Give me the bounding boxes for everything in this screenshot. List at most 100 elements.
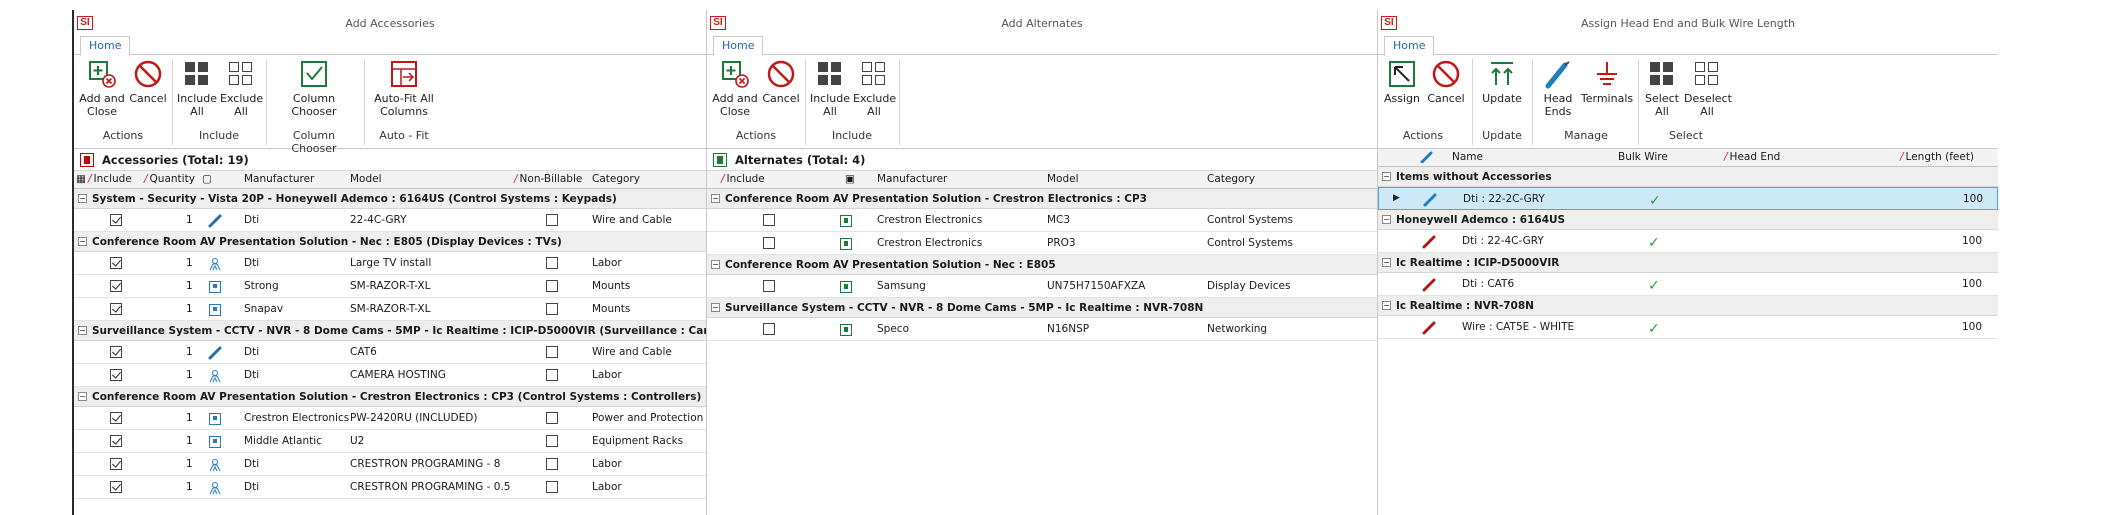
column-header-head-end[interactable]: / Head End xyxy=(1724,151,1780,163)
quantity-cell[interactable]: 1 xyxy=(186,369,193,381)
column-chooser-icon[interactable]: ▦ xyxy=(76,173,86,185)
tab-home[interactable]: Home xyxy=(713,36,764,56)
collapse-toggle[interactable]: − xyxy=(78,326,87,335)
collapse-toggle[interactable]: − xyxy=(1382,258,1391,267)
table-row[interactable]: Dti : CAT6 ✓ 100 xyxy=(1378,273,1998,296)
table-row[interactable]: Wire : CAT5E - WHITE ✓ 100 xyxy=(1378,316,1998,339)
include-checkbox[interactable] xyxy=(110,214,122,226)
table-row[interactable]: 1 Strong SM-RAZOR-T-XL Mounts xyxy=(74,275,706,298)
non-billable-checkbox[interactable] xyxy=(546,280,558,292)
group-row[interactable]: − Honeywell Ademco : 6164US xyxy=(1378,210,1998,230)
length-cell[interactable]: 100 xyxy=(1962,278,1982,290)
column-header-length[interactable]: / Length (feet) xyxy=(1900,151,1974,163)
cancel-button[interactable]: Cancel xyxy=(761,59,801,105)
exclude-all-button[interactable]: Exclude All xyxy=(853,59,896,118)
quantity-cell[interactable]: 1 xyxy=(186,458,193,470)
non-billable-checkbox[interactable] xyxy=(546,412,558,424)
column-header-manufacturer[interactable]: Manufacturer xyxy=(244,173,314,185)
length-cell[interactable]: 100 xyxy=(1962,321,1982,333)
group-row[interactable]: − Conference Room AV Presentation Solutio… xyxy=(707,255,1377,275)
table-row[interactable]: 1 Snapav SM-RAZOR-T-XL Mounts xyxy=(74,298,706,321)
table-row[interactable]: 1 Dti CAMERA HOSTING Labor xyxy=(74,364,706,387)
table-row[interactable]: Crestron Electronics MC3 Control Systems xyxy=(707,209,1377,232)
non-billable-checkbox[interactable] xyxy=(546,214,558,226)
table-row[interactable]: 1 Crestron Electronics PW-2420RU (INCLUDED… xyxy=(74,407,706,430)
table-row[interactable]: 1 Dti CAT6 Wire and Cable xyxy=(74,341,706,364)
non-billable-checkbox[interactable] xyxy=(546,481,558,493)
include-checkbox[interactable] xyxy=(763,323,775,335)
exclude-all-button[interactable]: Exclude All xyxy=(220,59,263,118)
terminals-button[interactable]: Terminals xyxy=(1580,59,1634,105)
column-header-model[interactable]: Model xyxy=(1047,173,1079,185)
non-billable-checkbox[interactable] xyxy=(546,435,558,447)
column-header-bulk-wire[interactable]: Bulk Wire xyxy=(1618,151,1668,163)
length-cell[interactable]: 100 xyxy=(1963,193,1983,205)
table-row[interactable]: 1 Dti CRESTRON PROGRAMING - 0.5 Labor xyxy=(74,476,706,499)
collapse-toggle[interactable]: − xyxy=(711,303,720,312)
quantity-cell[interactable]: 1 xyxy=(186,481,193,493)
assign-button[interactable]: Assign xyxy=(1380,59,1424,105)
tab-home[interactable]: Home xyxy=(1384,36,1435,56)
collapse-toggle[interactable]: − xyxy=(1382,301,1391,310)
auto-fit-button[interactable]: Auto-Fit All Columns xyxy=(370,59,438,118)
group-row[interactable]: − System - Security - Vista 20P - Honeywe… xyxy=(74,189,706,209)
column-header-category[interactable]: Category xyxy=(592,173,640,185)
group-row[interactable]: − Ic Realtime : ICIP-D5000VIR xyxy=(1378,253,1998,273)
include-checkbox[interactable] xyxy=(110,346,122,358)
table-row[interactable]: Dti : 22-4C-GRY ✓ 100 xyxy=(1378,230,1998,253)
include-checkbox[interactable] xyxy=(110,280,122,292)
collapse-toggle[interactable]: − xyxy=(1382,172,1391,181)
include-all-button[interactable]: Include All xyxy=(809,59,851,118)
table-row[interactable]: Samsung UN75H7150AFXZA Display Devices xyxy=(707,275,1377,298)
non-billable-checkbox[interactable] xyxy=(546,303,558,315)
quantity-cell[interactable]: 1 xyxy=(186,303,193,315)
non-billable-checkbox[interactable] xyxy=(546,369,558,381)
column-header-category[interactable]: Category xyxy=(1207,173,1255,185)
quantity-cell[interactable]: 1 xyxy=(186,412,193,424)
column-header-include[interactable]: / Include xyxy=(721,173,765,185)
select-all-button[interactable]: Select All xyxy=(1642,59,1682,118)
column-header-quantity[interactable]: / Quantity xyxy=(144,173,195,185)
include-checkbox[interactable] xyxy=(110,435,122,447)
collapse-toggle[interactable]: − xyxy=(78,392,87,401)
include-checkbox[interactable] xyxy=(110,458,122,470)
collapse-toggle[interactable]: − xyxy=(78,237,87,246)
include-all-button[interactable]: Include All xyxy=(176,59,218,118)
group-row[interactable]: − Conference Room AV Presentation Solutio… xyxy=(74,387,706,407)
column-header-non-billable[interactable]: / Non-Billable xyxy=(514,173,582,185)
column-header-model[interactable]: Model xyxy=(350,173,382,185)
length-cell[interactable]: 100 xyxy=(1962,235,1982,247)
add-and-close-button[interactable]: Add and Close xyxy=(78,59,126,118)
group-row[interactable]: − Conference Room AV Presentation Solutio… xyxy=(707,189,1377,209)
non-billable-checkbox[interactable] xyxy=(546,257,558,269)
column-header-name[interactable]: Name xyxy=(1452,151,1483,163)
quantity-cell[interactable]: 1 xyxy=(186,280,193,292)
table-row[interactable]: 1 Dti Large TV install Labor xyxy=(74,252,706,275)
cancel-button[interactable]: Cancel xyxy=(128,59,168,105)
quantity-cell[interactable]: 1 xyxy=(186,257,193,269)
table-row[interactable]: 1 Dti CRESTRON PROGRAMING - 8 Labor xyxy=(74,453,706,476)
group-row[interactable]: − Items without Accessories xyxy=(1378,167,1998,187)
include-checkbox[interactable] xyxy=(110,257,122,269)
column-header-manufacturer[interactable]: Manufacturer xyxy=(877,173,947,185)
add-and-close-button[interactable]: Add and Close xyxy=(711,59,759,118)
group-row[interactable]: − Surveillance System - CCTV - NVR - 8 Do… xyxy=(707,298,1377,318)
table-row[interactable]: ▶ Dti : 22-2C-GRY ✓ 100 xyxy=(1378,187,1998,210)
collapse-toggle[interactable]: − xyxy=(78,194,87,203)
include-checkbox[interactable] xyxy=(110,303,122,315)
collapse-toggle[interactable]: − xyxy=(711,194,720,203)
table-row[interactable]: Crestron Electronics PRO3 Control Systems xyxy=(707,232,1377,255)
collapse-toggle[interactable]: − xyxy=(1382,215,1391,224)
table-row[interactable]: Speco N16NSP Networking xyxy=(707,318,1377,341)
include-checkbox[interactable] xyxy=(763,280,775,292)
table-row[interactable]: 1 Middle Atlantic U2 Equipment Racks xyxy=(74,430,706,453)
update-button[interactable]: Update xyxy=(1478,59,1526,105)
group-row[interactable]: − Ic Realtime : NVR-708N xyxy=(1378,296,1998,316)
table-row[interactable]: 1 Dti 22-4C-GRY Wire and Cable xyxy=(74,209,706,232)
column-chooser-button[interactable]: Column Chooser xyxy=(274,59,354,118)
non-billable-checkbox[interactable] xyxy=(546,458,558,470)
collapse-toggle[interactable]: − xyxy=(711,260,720,269)
deselect-all-button[interactable]: Deselect All xyxy=(1684,59,1732,118)
column-header-include[interactable]: / Include xyxy=(88,173,132,185)
include-checkbox[interactable] xyxy=(110,412,122,424)
